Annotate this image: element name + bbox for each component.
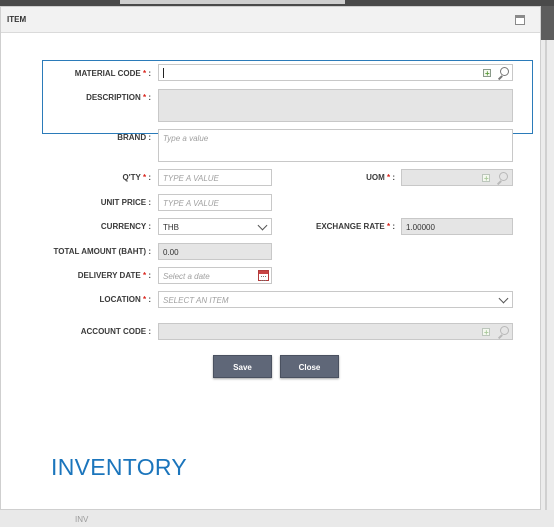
delivery-date-label: DELIVERY DATE * : (77, 271, 151, 280)
location-label: LOCATION * : (99, 295, 151, 304)
background-right-edge (541, 40, 554, 510)
brand-label: BRAND : (117, 133, 151, 142)
add-page-icon: + (482, 328, 490, 337)
uom-field: + (401, 169, 513, 186)
item-dialog: ITEM MATERIAL CODE * : + DESCRIPTION * :… (0, 6, 541, 510)
total-amount-value: 0.00 (163, 248, 179, 257)
delivery-date-placeholder: Select a date (163, 272, 210, 281)
maximize-icon[interactable] (515, 15, 525, 25)
qty-input[interactable]: TYPE A VALUE (158, 169, 272, 186)
delivery-date-input[interactable]: Select a date (158, 267, 272, 284)
dialog-title: ITEM (7, 15, 27, 24)
chevron-down-icon[interactable] (258, 222, 268, 232)
dialog-titlebar: ITEM (1, 7, 540, 33)
exchange-rate-label: EXCHANGE RATE * : (315, 222, 395, 231)
search-icon[interactable] (497, 67, 509, 80)
unit-price-label: UNIT PRICE : (100, 198, 151, 207)
exchange-rate-field: 1.00000 (401, 218, 513, 235)
search-icon (497, 326, 509, 339)
uom-label: UOM * : (366, 173, 395, 182)
text-cursor (163, 68, 164, 78)
close-button[interactable]: Close (280, 355, 339, 378)
unit-price-placeholder: TYPE A VALUE (163, 199, 219, 208)
description-field (158, 89, 513, 122)
inventory-watermark: INVENTORY (51, 454, 188, 480)
save-button[interactable]: Save (213, 355, 272, 378)
total-amount-label: TOTAL AMOUNT (BAHT) : (53, 247, 151, 256)
search-icon (496, 172, 508, 185)
add-page-icon: + (482, 174, 490, 183)
qty-label: Q'TY * : (122, 173, 151, 182)
exchange-rate-value: 1.00000 (406, 223, 435, 232)
qty-placeholder: TYPE A VALUE (163, 174, 219, 183)
unit-price-input[interactable]: TYPE A VALUE (158, 194, 272, 211)
currency-value: THB (163, 223, 179, 232)
calendar-icon[interactable] (258, 270, 269, 281)
location-select[interactable]: SELECT AN ITEM (158, 291, 513, 308)
chevron-down-icon[interactable] (499, 295, 509, 305)
currency-select[interactable]: THB (158, 218, 272, 235)
background-text: INV (75, 515, 89, 524)
currency-label: CURRENCY : (100, 222, 151, 231)
account-code-label: ACCOUNT CODE : (80, 327, 151, 336)
total-amount-field: 0.00 (158, 243, 272, 260)
material-code-label: MATERIAL CODE * : (74, 69, 151, 78)
background-top-bar (120, 0, 345, 4)
material-code-input[interactable]: + (158, 64, 513, 81)
location-placeholder: SELECT AN ITEM (163, 296, 229, 305)
add-page-icon[interactable]: + (480, 67, 492, 78)
description-label: DESCRIPTION * : (86, 93, 151, 102)
background-bottom-strip: INV (0, 510, 554, 527)
account-code-field: + (158, 323, 513, 340)
brand-placeholder: Type a value (163, 134, 209, 143)
brand-textarea[interactable]: Type a value (158, 129, 513, 162)
